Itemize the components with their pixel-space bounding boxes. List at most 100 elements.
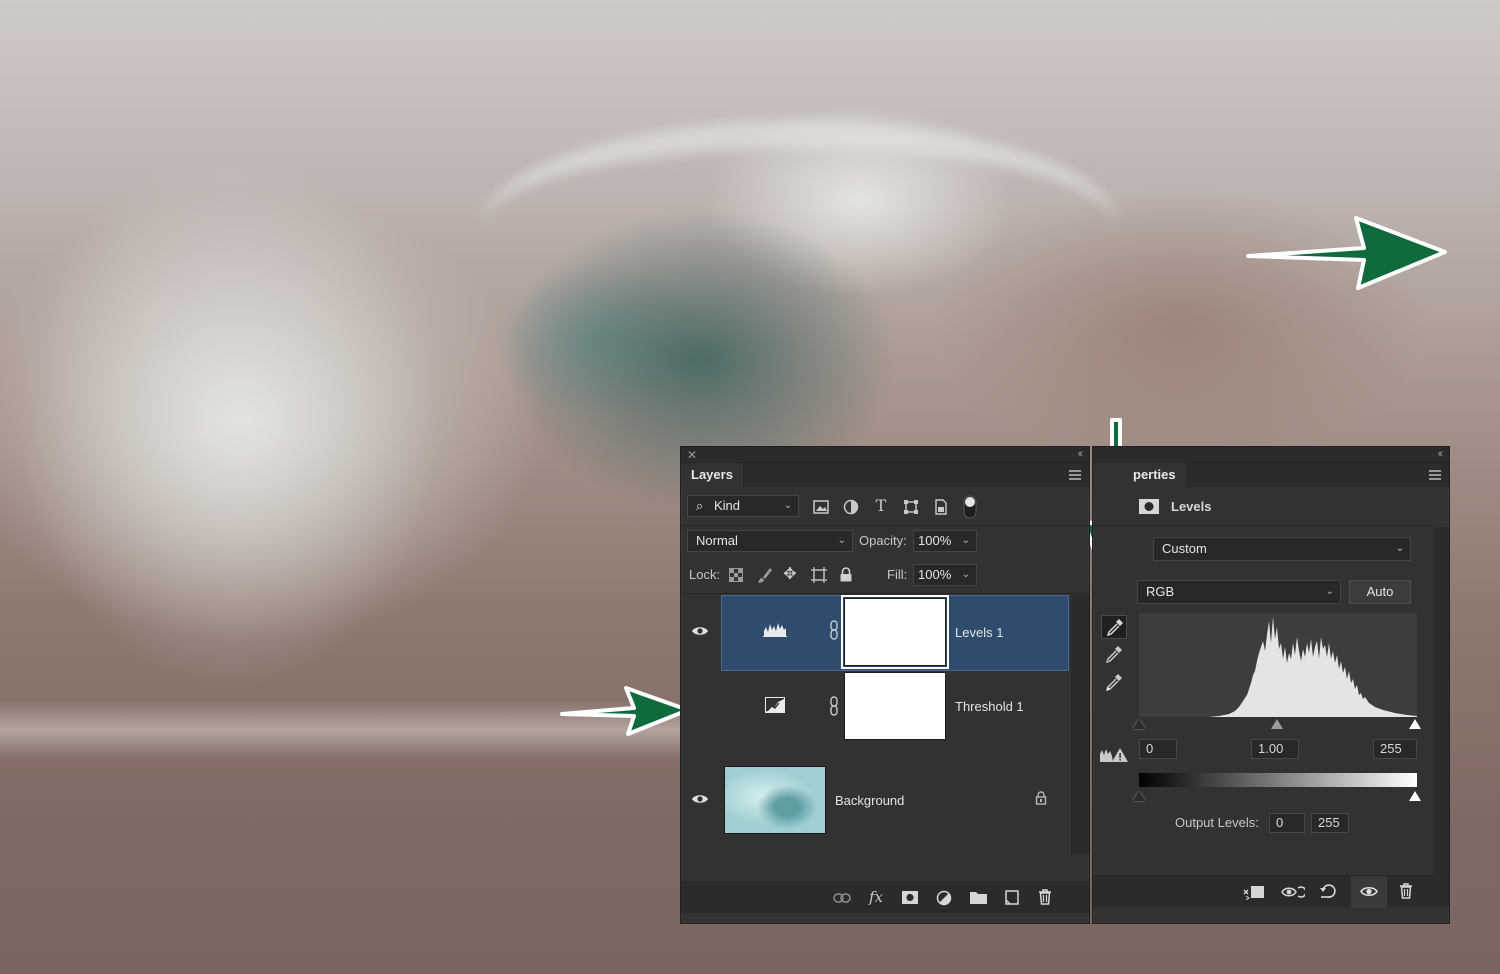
trash-icon[interactable] [1038, 889, 1052, 905]
smart-object-filter-icon[interactable] [934, 499, 948, 515]
search-icon: ⌕ [696, 498, 704, 513]
type-filter-icon[interactable]: T [872, 497, 890, 515]
preset-select[interactable]: Custom ⌄ [1153, 537, 1411, 561]
input-black-slider[interactable] [1133, 719, 1145, 729]
properties-scrollbar[interactable] [1433, 527, 1449, 875]
eyedropper-icon [1106, 619, 1123, 636]
fill-label: Fill: [887, 567, 908, 582]
layers-footer: fx [681, 881, 1089, 913]
divider [681, 593, 1089, 594]
adjustment-title: Levels [1171, 499, 1212, 514]
visibility-toggle-empty[interactable] [691, 699, 709, 713]
output-levels-label: Output Levels: [1175, 815, 1259, 830]
adjustment-filter-icon[interactable] [843, 499, 859, 515]
opacity-label: Opacity: [859, 533, 907, 548]
background-thumbnail[interactable] [725, 767, 825, 833]
chevron-down-icon[interactable]: ⌄ [962, 565, 970, 585]
input-white-slider[interactable] [1409, 719, 1421, 729]
levels-icon [763, 623, 787, 637]
arrow-right-threshold [560, 686, 690, 736]
eyedropper-black-button[interactable] [1101, 615, 1127, 639]
properties-footer [1093, 875, 1449, 908]
levels-mask-icon[interactable] [1139, 499, 1159, 514]
lock-artboard-icon[interactable] [811, 567, 827, 583]
channel-value: RGB [1146, 584, 1175, 599]
shape-filter-icon[interactable] [903, 499, 919, 515]
layer-name[interactable]: Levels 1 [955, 625, 1003, 641]
histogram [1139, 613, 1417, 717]
filter-toggle-icon[interactable] [963, 495, 977, 519]
close-icon[interactable]: ✕ [687, 448, 697, 462]
divider [681, 525, 1089, 526]
layer-mask-thumbnail[interactable] [845, 673, 945, 739]
tab-properties[interactable]: perties [1093, 463, 1186, 487]
layers-scrollbar[interactable] [1071, 595, 1089, 855]
layers-panel: ✕ ‹‹ Layers ⌕ Kind ⌄ T Normal ⌄ Opacity:… [680, 446, 1090, 924]
chevron-down-icon: ⌄ [1325, 586, 1334, 597]
pixel-filter-icon[interactable] [813, 500, 829, 514]
output-black-field[interactable]: 0 [1269, 813, 1305, 833]
lock-brush-icon[interactable] [757, 566, 773, 584]
blend-mode-select[interactable]: Normal ⌄ [687, 530, 853, 552]
output-black-slider[interactable] [1133, 791, 1145, 801]
properties-tab-row: perties [1093, 463, 1449, 487]
chain-link-icon[interactable] [829, 620, 839, 640]
lock-transparent-icon[interactable] [729, 568, 743, 582]
layers-list: Levels 1 Threshold 1 Background [681, 595, 1089, 855]
channel-select[interactable]: RGB ⌄ [1137, 580, 1341, 604]
fx-icon[interactable]: fx [869, 888, 883, 906]
trash-icon[interactable] [1399, 883, 1413, 899]
auto-button[interactable]: Auto [1349, 580, 1411, 604]
output-white-slider[interactable] [1409, 791, 1421, 801]
wave-crest [480, 120, 1120, 340]
layer-filter-select[interactable]: ⌕ Kind ⌄ [687, 495, 799, 517]
output-white-field[interactable]: 255 [1311, 813, 1349, 833]
lock-label: Lock: [689, 567, 721, 582]
layer-mask-thumbnail[interactable] [841, 595, 949, 669]
visibility-icon [1360, 886, 1378, 897]
chevron-down-icon: ⌄ [1395, 543, 1404, 554]
link-icon[interactable] [833, 892, 851, 904]
layers-panel-topbar: ✕ ‹‹ [681, 447, 1089, 463]
lock-position-icon[interactable]: ✥ [781, 566, 799, 584]
view-previous-icon[interactable] [1281, 884, 1305, 900]
eye-icon[interactable] [691, 625, 709, 637]
chevron-down-icon: ⌄ [837, 535, 846, 546]
input-black-field[interactable]: 0 [1139, 739, 1177, 759]
opacity-value: 100% [918, 533, 952, 548]
collapse-icon[interactable]: ‹‹ [1078, 447, 1084, 461]
mask-icon[interactable] [902, 891, 918, 904]
input-gamma-field[interactable]: 1.00 [1251, 739, 1299, 759]
histogram-graph [1139, 617, 1417, 717]
clip-icon[interactable] [1243, 884, 1265, 900]
panel-menu-icon[interactable] [1429, 470, 1441, 480]
output-gradient [1139, 773, 1417, 787]
fill-value: 100% [918, 567, 952, 582]
chain-link-icon[interactable] [829, 696, 839, 716]
chevron-down-icon[interactable]: ⌄ [962, 531, 970, 551]
fill-input[interactable]: 100% ⌄ [913, 564, 977, 586]
input-gamma-slider[interactable] [1271, 719, 1283, 729]
collapse-icon[interactable]: ‹‹ [1438, 447, 1444, 461]
reset-icon[interactable] [1319, 882, 1337, 900]
filter-label: Kind [714, 498, 741, 513]
visibility-button[interactable] [1351, 876, 1387, 908]
preset-value: Custom [1162, 541, 1207, 556]
eyedropper-icon[interactable] [1105, 673, 1123, 691]
input-white-field[interactable]: 255 [1373, 739, 1417, 759]
properties-panel-topbar: ‹‹ [1093, 447, 1449, 463]
adjustment-icon[interactable] [936, 890, 952, 906]
panel-menu-icon[interactable] [1069, 470, 1081, 480]
lock-all-icon[interactable] [839, 567, 853, 582]
layer-name[interactable]: Background [835, 793, 904, 809]
warning-icon[interactable] [1099, 745, 1129, 763]
opacity-input[interactable]: 100% ⌄ [913, 530, 977, 552]
lock-icon [1035, 791, 1047, 805]
eyedropper-icon[interactable] [1105, 645, 1123, 663]
folder-icon[interactable] [970, 891, 987, 904]
layer-name[interactable]: Threshold 1 [955, 699, 1024, 715]
tab-layers[interactable]: Layers [681, 463, 743, 487]
eye-icon[interactable] [691, 793, 709, 805]
new-layer-icon[interactable] [1005, 890, 1019, 905]
threshold-icon [765, 697, 785, 713]
